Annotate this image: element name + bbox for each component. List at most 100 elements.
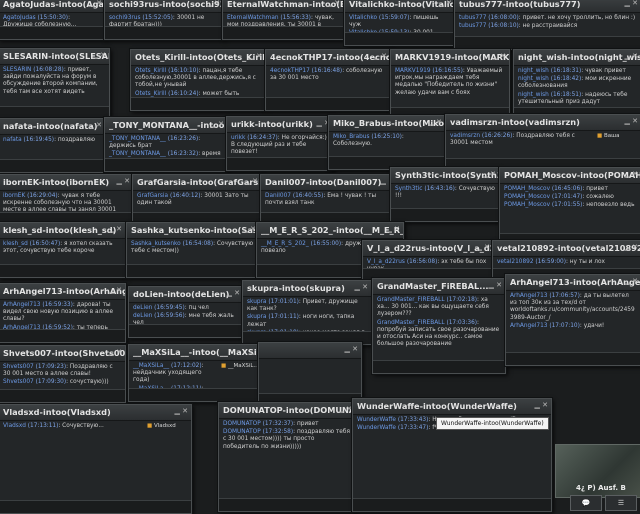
window-controls[interactable]: ▁ ✕ (109, 225, 122, 233)
window-controls[interactable]: ▁ ✕ (227, 289, 240, 297)
chat-window-urikk[interactable]: urikk-intoo(urikk) ▁ ✕ urikk (16:24:37): Н… (226, 116, 334, 171)
message-author[interactable]: MARKV1919 (395, 68, 431, 74)
window-title[interactable]: Vladsxd-intoo(Vladsxd) (0, 405, 191, 421)
message-author[interactable]: night_wish (518, 76, 549, 82)
message-input[interactable] (455, 36, 640, 49)
window-controls[interactable]: ▁ ✕ (374, 52, 387, 60)
message-author[interactable]: AgatoJudas (3, 15, 36, 21)
chat-window-arhangel713_left[interactable]: ArhAngel713-intoo(ArhAngel713)▁ ✕ ArhAnge… (0, 283, 126, 343)
chat-window-slesarin[interactable]: SLESARIN-intoo(SLESARIN)▁ ✕SLESARIN (16:… (0, 48, 110, 120)
message-author[interactable]: Synth3tic (395, 186, 423, 192)
chat-window-sochi93rus[interactable]: sochi93rus-intoo(sochi93rus)▁ ✕ sochi93ru… (104, 0, 224, 40)
window-controls[interactable]: ▁ ✕ (625, 0, 638, 7)
message-input[interactable] (0, 389, 125, 402)
message-input[interactable] (129, 324, 243, 337)
window-title[interactable]: vadimsrzn-intoo(vadimsrzn) (446, 115, 640, 131)
chat-window-synth3tic[interactable]: Synth3tic-intoo(Synth3tic)▁ ✕Synth3tic (… (390, 167, 500, 222)
message-author[interactable]: tubus777 (459, 23, 486, 29)
window-controls[interactable]: ▁ ✕ (89, 121, 102, 129)
message-author[interactable]: __MaXSiLa__ (133, 401, 169, 402)
message-author[interactable]: DOMUNATOP (223, 429, 261, 435)
chat-window-grafgarsia[interactable]: GrafGarsia-intoo(GrafGarsia) ▁ ✕ GrafGarsi… (132, 174, 262, 226)
message-author[interactable]: WunderWaffe (357, 417, 396, 423)
message-author[interactable]: V_l_a_d22rus (367, 259, 405, 265)
chat-window-miko_brabus[interactable]: Miko_Brabus-intoo(Miko_Brabus)▁ ✕Miko_Br… (328, 115, 446, 170)
chat-window-ibornek[interactable]: ibornEK-intoo(ibornEK) ▁ ✕ ibornEK (16:29:… (0, 174, 134, 226)
window-controls[interactable]: ▁ ✕ (93, 51, 106, 59)
member-item[interactable]: ■ Vladsxd (147, 423, 189, 429)
message-author[interactable]: deLien (133, 305, 152, 311)
message-author[interactable]: __M_E_R_S_202_ (261, 241, 309, 247)
message-author[interactable]: klesh_sd (3, 241, 28, 247)
window-controls[interactable]: ▁ ✕ (243, 225, 256, 233)
message-input[interactable] (105, 26, 223, 39)
window-title[interactable]: POMAH_Moscov-intoo(POMAH_Moscov) (500, 168, 640, 184)
message-author[interactable]: Danil007 (265, 193, 291, 199)
window-title[interactable]: __MaXSiLa__-intoo(__MaXSiLa__) (129, 345, 265, 361)
message-input[interactable] (353, 498, 551, 511)
window-controls[interactable]: ▁ ✕ (477, 243, 490, 251)
chat-window-maxsila[interactable]: __MaXSiLa__-intoo(__MaXSiLa__) ▁ ✕ __MaXSi… (128, 344, 266, 402)
message-author[interactable]: deLien (133, 313, 152, 319)
message-author[interactable]: night_wish (518, 92, 549, 98)
window-controls[interactable]: ▁ ✕ (327, 0, 340, 7)
window-controls[interactable]: ▁ ✕ (211, 120, 224, 128)
window-controls[interactable]: ▁ ✕ (109, 286, 122, 294)
tank-preview[interactable]: 4¿ P) Ausf. B (555, 444, 640, 498)
window-title[interactable]: WunderWaffe-intoo(WunderWaffe) (353, 399, 551, 415)
window-controls[interactable]: ▁ ✕ (175, 407, 188, 415)
message-author[interactable]: POMAH_Moscov (504, 194, 550, 200)
window-title[interactable]: Otets_Kirill-intoo(Otets_Kirill) (131, 50, 265, 66)
window-title[interactable]: sochi93rus-intoo(sochi93rus) (105, 0, 223, 13)
chat-window-grandmaster_fireball[interactable]: GrandMaster_FiREBAL... ▁ ✕ GrandMaster_FIR… (372, 278, 506, 374)
message-author[interactable]: Shvets007 (3, 379, 34, 385)
window-title[interactable]: night_wish-intoo(night_wish) (514, 50, 640, 66)
window-controls[interactable]: ▁ ✕ (355, 283, 368, 291)
chat-window-4ecnokthp17[interactable]: 4ecnokTHP17-intoo(4ecnokTHP17)▁ ✕ 4ecnokT… (265, 49, 391, 111)
chat-window-domunatop[interactable]: DOMUNATOP-intoo(DOMUNATOP)▁ ✕ DOMUNATOP (… (218, 402, 356, 512)
chat-window-otets_kirill[interactable]: Otets_Kirill-intoo(Otets_Kirill) ▁ ✕ Otets… (130, 49, 266, 111)
menu-button[interactable]: ☰ (605, 495, 637, 511)
chat-window-klesh_sd[interactable]: klesh_sd-intoo(klesh_sd) ▁ ✕ klesh_sd (16:… (0, 222, 126, 278)
window-controls[interactable]: ▁ ✕ (89, 0, 102, 7)
window-title[interactable]: klesh_sd-intoo(klesh_sd) (0, 223, 125, 239)
window-controls[interactable]: ▁ ✕ (625, 170, 638, 178)
chat-window-markv1919[interactable]: MARKV1919-intoo(MARKV1919)▁ ✕ MARKV1919 (… (390, 49, 510, 121)
message-author[interactable]: ibornEK (3, 193, 25, 199)
message-author[interactable]: __MaXSiLa__ (133, 363, 169, 369)
window-controls[interactable]: ▁ ✕ (493, 52, 506, 60)
window-title[interactable]: ibornEK-intoo(ibornEK) (0, 175, 133, 191)
message-author[interactable]: WunderWaffe (357, 425, 396, 431)
member-item[interactable]: ■ Ваша (597, 133, 639, 139)
window-controls[interactable]: ▁ ✕ (625, 52, 638, 60)
message-author[interactable]: tubus777 (459, 15, 486, 21)
message-author[interactable]: Otets_Kirill (135, 68, 166, 74)
chat-window-tubus777[interactable]: tubus777-intoo(tubus777) ▁ ✕ tubus777 (16:… (454, 0, 640, 50)
window-title[interactable]: V_l_a_d22rus-intoo(V_l_a_d22rus) (363, 241, 493, 257)
message-author[interactable]: _TONY_MONTANA__ (109, 151, 166, 157)
window-title[interactable]: GrafGarsia-intoo(GrafGarsia) (133, 175, 261, 191)
window-title[interactable]: MARKV1919-intoo(MARKV1919) (391, 50, 509, 66)
member-item[interactable]: ■ __MaXSiL... (221, 363, 263, 369)
chat-window-shvets007[interactable]: Shvets007-intoo(Shvets007) ▁ ✕ Shvets007 (… (0, 345, 126, 403)
window-title[interactable]: Shvets007-intoo(Shvets007) (0, 346, 125, 362)
message-input[interactable] (131, 97, 265, 110)
chat-window-pomah_moscov[interactable]: POMAH_Moscov-intoo(POMAH_Moscov)▁ ✕ POMAH… (499, 167, 640, 247)
message-author[interactable]: urikk (231, 135, 245, 141)
chat-window-eternalwatchman[interactable]: EternalWatchman-intoo(EternalWatchman)▁ … (222, 0, 344, 40)
message-author[interactable]: Vladsxd (3, 423, 26, 429)
message-author[interactable]: POMAH_Moscov (504, 186, 550, 192)
chat-window-danil007[interactable]: Danil007-intoo(Danil007) ▁ ✕ Danil007 (16:… (260, 174, 398, 226)
window-controls[interactable]: ▁ ✕ (109, 348, 122, 356)
message-input[interactable] (0, 26, 105, 39)
window-title[interactable]: EternalWatchman-intoo(EternalWatchman) (223, 0, 343, 13)
window-controls[interactable]: ▁ ✕ (117, 177, 130, 185)
window-controls[interactable]: ▁ ✕ (339, 405, 352, 413)
message-input[interactable] (0, 329, 125, 342)
window-controls[interactable]: ▁ ✕ (345, 345, 358, 353)
window-controls[interactable]: ▁ ✕ (207, 0, 220, 7)
window-controls[interactable]: ▁ ✕ (625, 277, 638, 285)
message-input[interactable] (105, 158, 227, 171)
message-input[interactable] (129, 388, 265, 401)
window-title[interactable]: GrandMaster_FiREBAL... (373, 279, 505, 295)
